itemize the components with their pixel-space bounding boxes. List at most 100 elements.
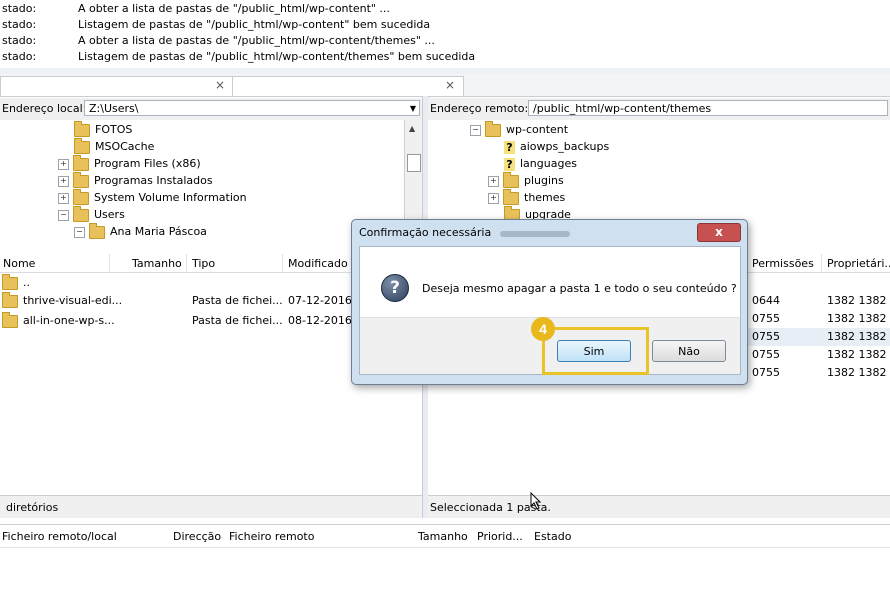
folder-icon <box>2 311 18 328</box>
tree-item[interactable]: FOTOS <box>74 120 133 138</box>
tab-remote[interactable]: × <box>232 76 464 96</box>
tree-item-label: Users <box>94 208 125 221</box>
unknown-folder-icon: ? <box>504 157 515 171</box>
file-type: Pasta de fichei... <box>192 314 283 327</box>
tree-item[interactable]: − wp-content <box>470 120 569 138</box>
file-name: all-in-one-wp-s... <box>23 314 115 327</box>
chevron-down-icon[interactable]: ▼ <box>410 101 416 117</box>
expand-icon[interactable]: + <box>58 192 69 204</box>
tree-item[interactable]: MSOCache <box>74 137 155 155</box>
no-button[interactable]: Não <box>652 340 726 362</box>
column-header-remote-file[interactable]: Ficheiro remoto <box>229 530 314 543</box>
expand-icon[interactable]: + <box>58 158 69 170</box>
file-owner: 1382 1382 <box>827 312 887 325</box>
file-permissions: 0755 <box>752 330 780 343</box>
tree-item[interactable]: + System Volume Information <box>58 188 247 206</box>
collapse-icon[interactable]: − <box>58 209 69 221</box>
column-header-direction[interactable]: Direcção <box>173 530 221 543</box>
column-header-status[interactable]: Estado <box>534 530 571 543</box>
file-name: thrive-visual-edi... <box>23 294 123 307</box>
column-header-owner[interactable]: Proprietári... <box>827 257 890 270</box>
local-address-value: Z:\Users\ <box>89 102 139 115</box>
folder-icon <box>73 188 89 205</box>
expand-icon[interactable]: + <box>58 175 69 187</box>
tree-item-label: themes <box>524 191 566 204</box>
remote-address-bar: Endereço remoto: /public_html/wp-content… <box>428 98 890 120</box>
file-permissions: 0644 <box>752 294 780 307</box>
tree-item-label: wp-content <box>506 123 569 136</box>
remote-address-value: /public_html/wp-content/themes <box>533 102 712 115</box>
tree-item-label: MSOCache <box>95 140 155 153</box>
column-header-name[interactable]: Nome <box>3 257 35 270</box>
local-address-label: Endereço local: <box>2 102 87 115</box>
unknown-folder-icon: ? <box>504 140 515 154</box>
column-header-size[interactable]: Tamanho <box>418 530 468 543</box>
step-badge: 4 <box>531 317 555 341</box>
folder-icon <box>2 273 18 290</box>
file-owner: 1382 1382 <box>827 366 887 379</box>
tree-item[interactable]: + themes <box>488 188 566 206</box>
tree-item[interactable]: ? aiowps_backups <box>504 138 609 155</box>
local-address-input[interactable]: Z:\Users\ ▼ <box>84 100 420 116</box>
tab-local[interactable]: × <box>0 76 234 96</box>
tree-item-label: plugins <box>524 174 564 187</box>
folder-icon <box>2 291 18 308</box>
local-tree: FOTOS MSOCache + Program Files (x86) + Pro… <box>0 120 404 244</box>
tree-item[interactable]: ? languages <box>504 155 577 172</box>
queue-header: Ficheiro remoto/local Direcção Ficheiro … <box>0 524 890 548</box>
tree-item-label: Ana Maria Páscoa <box>110 225 207 238</box>
question-icon: ? <box>381 274 409 302</box>
file-owner: 1382 1382 <box>827 294 887 307</box>
file-type: Pasta de fichei... <box>192 294 283 307</box>
folder-icon <box>503 171 519 188</box>
tree-item-label: FOTOS <box>95 123 133 136</box>
tree-item[interactable]: + Programas Instalados <box>58 171 213 189</box>
local-status-bar: diretórios <box>0 495 422 518</box>
tree-item-label: Program Files (x86) <box>94 157 201 170</box>
folder-icon <box>73 171 89 188</box>
tree-item[interactable]: + plugins <box>488 171 564 189</box>
tree-item-label: languages <box>520 157 577 170</box>
column-header-file[interactable]: Ficheiro remoto/local <box>2 530 117 543</box>
tab-bar: × × <box>0 74 890 97</box>
expand-icon[interactable]: + <box>488 175 499 187</box>
close-button[interactable]: x <box>697 223 741 242</box>
scroll-thumb[interactable] <box>407 154 421 172</box>
dialog-title: Confirmação necessária <box>359 226 492 239</box>
tree-item[interactable]: − Ana Maria Páscoa <box>74 222 207 240</box>
remote-address-label: Endereço remoto: <box>430 102 529 115</box>
close-icon[interactable]: × <box>445 78 455 92</box>
title-bar-blur <box>500 231 570 237</box>
tree-item[interactable]: − Users <box>58 205 125 223</box>
tree-item-label: Programas Instalados <box>94 174 213 187</box>
collapse-icon[interactable]: − <box>470 124 481 136</box>
close-icon: x <box>715 225 723 239</box>
local-status-text: diretórios <box>6 501 59 514</box>
tree-item[interactable]: + Program Files (x86) <box>58 154 201 172</box>
highlight-box <box>542 327 649 375</box>
folder-icon <box>503 188 519 205</box>
file-permissions: 0755 <box>752 348 780 361</box>
file-permissions: 0755 <box>752 312 780 325</box>
folder-icon <box>73 154 89 171</box>
folder-icon <box>74 137 90 154</box>
file-owner: 1382 1382 <box>827 330 887 343</box>
dialog-message: Deseja mesmo apagar a pasta 1 e todo o s… <box>422 282 737 295</box>
column-header-type[interactable]: Tipo <box>192 257 215 270</box>
local-address-bar: Endereço local: Z:\Users\ ▼ <box>0 98 422 120</box>
column-header-priority[interactable]: Priorid... <box>477 530 523 543</box>
column-header-size[interactable]: Tamanho <box>132 257 182 270</box>
close-icon[interactable]: × <box>215 78 225 92</box>
mouse-cursor-icon <box>530 492 542 510</box>
collapse-icon[interactable]: − <box>74 226 85 238</box>
remote-status-bar: Seleccionada 1 pasta. <box>428 495 890 518</box>
scroll-up-icon[interactable]: ▲ <box>409 124 415 133</box>
column-header-permissions[interactable]: Permissões <box>752 257 814 270</box>
folder-icon <box>89 222 105 239</box>
tree-item-label: System Volume Information <box>94 191 247 204</box>
remote-address-input[interactable]: /public_html/wp-content/themes <box>528 100 888 116</box>
tree-item-label: aiowps_backups <box>520 140 610 153</box>
expand-icon[interactable]: + <box>488 192 499 204</box>
column-header-modified[interactable]: Modificado <box>288 257 348 270</box>
folder-icon <box>485 120 501 137</box>
